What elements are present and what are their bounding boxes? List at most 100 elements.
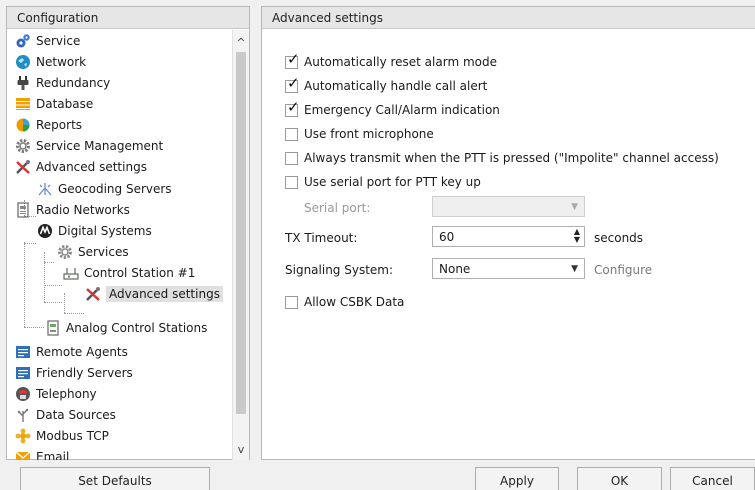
configure-link[interactable]: Configure (594, 263, 652, 277)
cancel-button[interactable]: Cancel (670, 467, 755, 490)
tree-connector (24, 242, 25, 327)
tree-item-label: Radio Networks (36, 202, 130, 217)
signaling-system-value: None (439, 261, 471, 276)
checkbox-emergency-call-indication[interactable]: ✓ Emergency Call/Alarm indication (285, 99, 500, 120)
checkbox-front-microphone[interactable]: Use front microphone (285, 124, 434, 144)
checkbox-box[interactable]: ✓ (285, 99, 300, 117)
set-defaults-button[interactable]: Set Defaults (20, 467, 210, 490)
checkbox-handle-call-alert[interactable]: ✓ Automatically handle call alert (285, 75, 487, 96)
tree-connector (44, 285, 62, 286)
checkmark-icon: ✓ (287, 49, 300, 68)
configuration-header: Configuration (7, 7, 249, 29)
tree-item-modbus-tcp[interactable]: Modbus TCP (14, 425, 109, 446)
tree-item-services[interactable]: Services (56, 241, 129, 262)
serial-port-label: Serial port: (304, 201, 371, 215)
database-icon (14, 95, 31, 112)
checkbox-box[interactable]: ✓ (285, 75, 300, 93)
scroll-down-arrow-icon[interactable]: v (233, 441, 249, 458)
checkbox-label: Automatically reset alarm mode (304, 55, 497, 69)
tree-item-redundancy[interactable]: Redundancy (14, 72, 110, 93)
checkbox-box[interactable]: ✓ (285, 51, 300, 69)
scrollbar-thumb[interactable] (236, 52, 246, 414)
serial-port-dropdown[interactable]: ▼ (432, 196, 585, 217)
tree-item-station-advanced-settings[interactable]: Advanced settings (84, 283, 223, 304)
control-station-icon (62, 264, 79, 281)
dropdown-arrow-icon: ▼ (571, 263, 578, 274)
checkbox-label: Always transmit when the PTT is pressed … (304, 151, 719, 165)
reports-icon (14, 116, 31, 133)
spin-down-icon[interactable]: ▼ (574, 236, 580, 244)
ok-button[interactable]: OK (577, 467, 662, 490)
tree-item-label: Advanced settings (106, 285, 223, 302)
tree-item-geocoding-servers[interactable]: Geocoding Servers (36, 178, 172, 199)
tree-item-friendly-servers[interactable]: Friendly Servers (14, 362, 133, 383)
telephony-icon (14, 385, 31, 402)
checkbox-box[interactable] (285, 127, 298, 141)
checkbox-box[interactable] (285, 295, 298, 309)
tree-item-label: Network (36, 54, 87, 69)
tree-connector (64, 313, 84, 314)
tree-item-network[interactable]: Network (14, 51, 86, 72)
scroll-up-arrow-icon[interactable]: ^ (233, 34, 249, 51)
tree-connector (24, 243, 36, 244)
tree-item-analog-control-stations[interactable]: Analog Control Stations (44, 317, 207, 338)
checkbox-allow-csbk-data[interactable]: Allow CSBK Data (285, 292, 404, 312)
checkbox-label: Emergency Call/Alarm indication (304, 103, 500, 117)
tree-item-radio-networks[interactable]: Radio Networks (14, 199, 130, 220)
redundancy-plug-icon (14, 74, 31, 91)
tree-item-label: Digital Systems (58, 223, 152, 238)
tree-item-data-sources[interactable]: Data Sources (14, 404, 116, 425)
email-icon (14, 448, 31, 460)
configuration-panel: Configuration Service Network Redundancy… (6, 6, 250, 460)
tree-item-service[interactable]: Service (14, 30, 80, 51)
advanced-settings-header: Advanced settings (262, 7, 755, 29)
tree-item-label: Reports (36, 117, 83, 132)
apply-button[interactable]: Apply (475, 467, 559, 490)
tree-item-label: Geocoding Servers (58, 181, 172, 196)
tree-item-label: Redundancy (36, 75, 111, 90)
configuration-tree: Service Network Redundancy Database Repo… (7, 30, 233, 460)
tree-item-service-management[interactable]: Service Management (14, 135, 163, 156)
radio-networks-icon (14, 201, 31, 218)
motorola-logo-icon (36, 222, 53, 239)
geocoding-icon (36, 180, 53, 197)
tree-connector (44, 262, 54, 263)
tree-scrollbar[interactable]: ^ v (232, 30, 249, 460)
signaling-system-dropdown[interactable]: None ▼ (432, 258, 585, 279)
tree-item-label: Friendly Servers (36, 365, 133, 380)
checkbox-reset-alarm-mode[interactable]: ✓ Automatically reset alarm mode (285, 51, 497, 72)
tree-connector (24, 327, 44, 328)
tx-timeout-stepper[interactable]: 60 ▲ ▼ (432, 226, 585, 247)
tx-timeout-value: 60 (439, 229, 455, 244)
tree-item-database[interactable]: Database (14, 93, 93, 114)
analog-control-station-icon (44, 319, 61, 336)
tree-connector (64, 293, 65, 313)
tree-item-reports[interactable]: Reports (14, 114, 82, 135)
tx-timeout-label: TX Timeout: (285, 231, 358, 245)
tree-item-label: Control Station #1 (84, 265, 196, 280)
advanced-settings-tools-icon (14, 158, 31, 175)
tree-connector (44, 302, 62, 303)
checkbox-serial-port-ptt[interactable]: Use serial port for PTT key up (285, 172, 481, 192)
tree-item-label: Telephony (36, 386, 97, 401)
remote-agents-icon (14, 343, 31, 360)
tree-item-label: Remote Agents (36, 344, 128, 359)
service-gears-icon (14, 32, 31, 49)
checkmark-icon: ✓ (287, 73, 300, 92)
tree-item-label: Analog Control Stations (66, 320, 208, 335)
data-sources-icon (14, 406, 31, 423)
checkbox-box[interactable] (285, 151, 298, 165)
checkbox-box[interactable] (285, 175, 298, 189)
tree-item-control-station-1[interactable]: Control Station #1 (62, 262, 195, 283)
tree-item-advanced-settings[interactable]: Advanced settings (14, 156, 147, 177)
tree-item-label: Service (36, 33, 81, 48)
modbus-icon (14, 427, 31, 444)
tree-item-digital-systems[interactable]: Digital Systems (36, 220, 152, 241)
dropdown-arrow-icon: ▼ (571, 201, 578, 212)
checkbox-label: Use serial port for PTT key up (304, 175, 481, 189)
spinner-arrows[interactable]: ▲ ▼ (574, 228, 580, 244)
tree-item-telephony[interactable]: Telephony (14, 383, 97, 404)
checkbox-always-transmit-ptt[interactable]: Always transmit when the PTT is pressed … (285, 148, 719, 168)
tree-item-remote-agents[interactable]: Remote Agents (14, 341, 128, 362)
tree-item-email[interactable]: Email (14, 446, 69, 460)
